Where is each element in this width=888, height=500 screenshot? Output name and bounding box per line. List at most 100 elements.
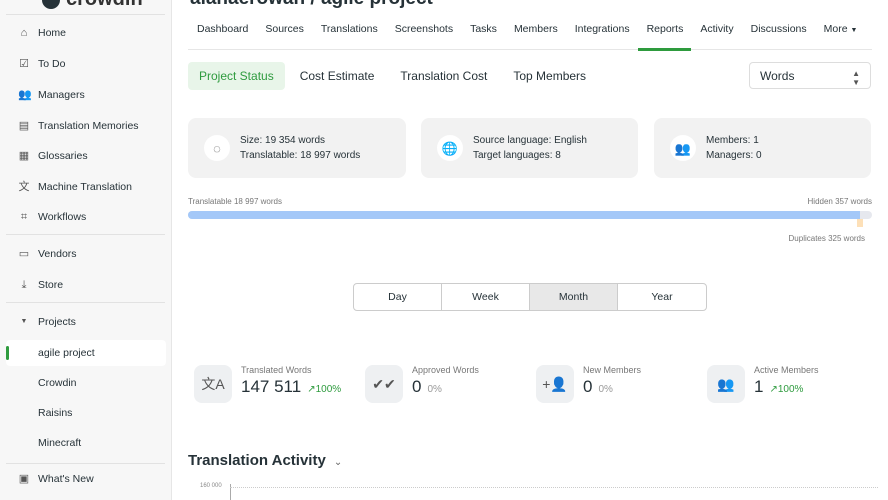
sidebar-item-glossaries[interactable]: ▦ Glossaries — [6, 143, 166, 169]
period-month[interactable]: Month — [530, 284, 618, 310]
caret-down-icon: ▼ — [850, 27, 858, 34]
stat-change: ↗100% — [307, 384, 342, 395]
label: agile project — [38, 347, 95, 359]
stat-value: 147 511 — [241, 377, 302, 396]
report-subtabs: Project Status Cost Estimate Translation… — [188, 62, 597, 90]
sidebar-item-workflows[interactable]: ⌗ Workflows — [6, 204, 166, 230]
project-raisins[interactable]: Raisins — [6, 400, 166, 426]
sidebar-item-todo[interactable]: ☑ To Do — [6, 51, 166, 77]
tab-integrations[interactable]: Integrations — [566, 18, 638, 50]
unit-select[interactable]: Words ▲ ▼ — [749, 62, 871, 89]
double-check-icon: ✔✔ — [365, 365, 403, 403]
tab-reports[interactable]: Reports — [637, 18, 692, 51]
store-icon: ▭ — [18, 248, 30, 260]
stat-value: 1 — [754, 377, 764, 396]
sidebar-item-home[interactable]: ⌂ Home — [6, 20, 166, 46]
stat-approved-words: ✔✔ Approved Words 0 0% — [365, 365, 479, 403]
logo[interactable]: crowdin — [42, 0, 143, 11]
projects-toggle[interactable]: ▼ Projects — [6, 309, 166, 335]
subtab-cost-estimate[interactable]: Cost Estimate — [289, 62, 386, 90]
glossary-icon: ▦ — [18, 150, 30, 162]
project-agile-project[interactable]: agile project — [6, 340, 166, 366]
label: Raisins — [38, 407, 73, 419]
stat-value: 0 — [412, 377, 422, 396]
translatable-text: Translatable: 18 997 words — [240, 150, 361, 161]
label: To Do — [38, 58, 66, 70]
tab-more[interactable]: More ▼ — [815, 18, 866, 50]
period-day[interactable]: Day — [354, 284, 442, 310]
period-selector: Day Week Month Year — [353, 283, 707, 311]
subtab-top-members[interactable]: Top Members — [502, 62, 597, 90]
label: Minecraft — [38, 437, 82, 449]
translate-icon: 文 — [18, 181, 30, 193]
period-week[interactable]: Week — [442, 284, 530, 310]
sidebar-item-whats-new[interactable]: ▣ What's New — [6, 466, 166, 492]
tab-members[interactable]: Members — [505, 18, 566, 50]
sidebar-item-store[interactable]: ⤓ Store — [6, 272, 166, 298]
target-languages: Target languages: 8 — [473, 150, 561, 161]
label: Glossaries — [38, 150, 88, 162]
home-icon: ⌂ — [20, 27, 28, 39]
tab-screenshots[interactable]: Screenshots — [386, 18, 461, 50]
gridline — [230, 487, 878, 488]
label: Words — [760, 69, 795, 83]
size-text: Size: 19 354 words — [240, 135, 326, 146]
stat-new-members: +👤 New Members 0 0% — [536, 365, 641, 403]
members-count: Members: 1 — [706, 135, 759, 146]
sidebar-item-machine-translation[interactable]: 文 Machine Translation — [6, 174, 166, 200]
translation-activity-header[interactable]: Translation Activity ⌄ — [188, 452, 342, 469]
progress-circle-icon: ◌ — [204, 135, 230, 161]
crowdin-logo-icon — [42, 0, 60, 9]
people-icon: 👥 — [18, 89, 32, 101]
translate-icon: 文A — [194, 365, 232, 403]
caret-down-icon: ▼ — [20, 318, 28, 325]
label: Home — [38, 27, 67, 39]
sidebar-item-translation-memories[interactable]: ▤ Translation Memories — [6, 113, 166, 139]
subtab-translation-cost[interactable]: Translation Cost — [389, 62, 498, 90]
stat-value: 0 — [583, 377, 593, 396]
tab-dashboard[interactable]: Dashboard — [188, 18, 256, 50]
label: Projects — [38, 316, 76, 328]
source-language: Source language: English — [473, 135, 587, 146]
stat-label: Translated Words — [241, 365, 312, 375]
tab-activity[interactable]: Activity — [691, 18, 741, 50]
tab-tasks[interactable]: Tasks — [461, 18, 505, 50]
divider — [6, 234, 165, 235]
people-icon: 👥 — [670, 135, 696, 161]
stat-label: Active Members — [754, 365, 819, 375]
logo-text: crowdin — [66, 0, 143, 10]
subtab-project-status[interactable]: Project Status — [188, 62, 285, 90]
label: What's New — [38, 473, 94, 485]
project-crowdin[interactable]: Crowdin — [6, 370, 166, 396]
tab-discussions[interactable]: Discussions — [742, 18, 815, 50]
main: alanaerowan / agile project Dashboard So… — [172, 0, 888, 500]
label: More — [823, 23, 848, 35]
download-icon: ⤓ — [21, 279, 27, 291]
translatable-fill — [188, 211, 860, 219]
add-person-icon: +👤 — [536, 365, 574, 403]
checklist-icon: ☑ — [19, 58, 29, 70]
label: Machine Translation — [38, 181, 132, 193]
sort-arrows-icon: ▲ ▼ — [852, 69, 860, 87]
sidebar-item-managers[interactable]: 👥 Managers — [6, 82, 166, 108]
translatable-label: Translatable 18 997 words — [188, 197, 282, 206]
project-tabs: Dashboard Sources Translations Screensho… — [188, 18, 872, 51]
sidebar: crowdin ⌂ Home ☑ To Do 👥 Managers ▤ Translat… — [0, 0, 172, 500]
languages-card: 🌐 Source language: English Target languag… — [421, 118, 638, 178]
project-title: alanaerowan / agile project — [190, 0, 433, 10]
label: Store — [38, 279, 64, 291]
tab-sources[interactable]: Sources — [256, 18, 312, 50]
project-minecraft[interactable]: Minecraft — [6, 430, 166, 456]
stat-change: 0% — [427, 384, 442, 395]
words-progress-bar — [188, 211, 872, 219]
chevron-down-icon[interactable]: ⌄ — [334, 457, 342, 468]
size-card: ◌ Size: 19 354 words Translatable: 18 997… — [188, 118, 406, 178]
duplicates-marker — [857, 219, 863, 227]
globe-icon: 🌐 — [437, 135, 463, 161]
tab-translations[interactable]: Translations — [312, 18, 386, 50]
stat-change: ↗100% — [769, 384, 804, 395]
period-year[interactable]: Year — [618, 284, 706, 310]
sidebar-item-vendors[interactable]: ▭ Vendors — [6, 241, 166, 267]
people-icon: 👥 — [707, 365, 745, 403]
label: Managers — [38, 89, 85, 101]
